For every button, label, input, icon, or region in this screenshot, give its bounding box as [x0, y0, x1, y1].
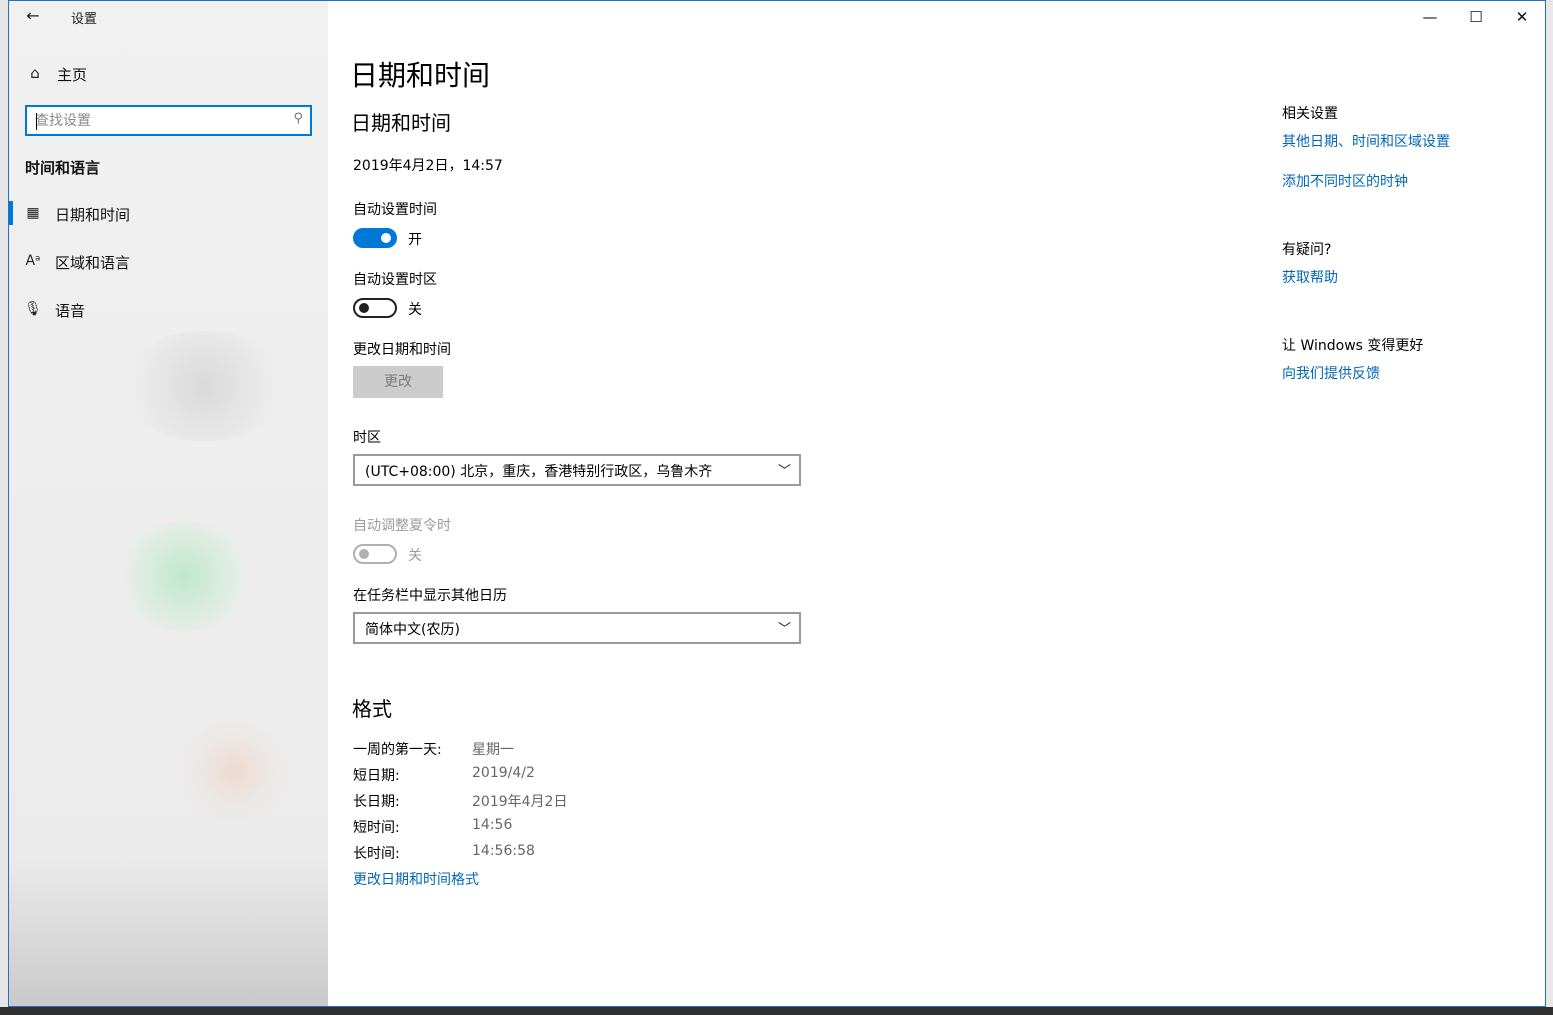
change-datetime-button[interactable]: 更改: [353, 366, 443, 398]
format-key: 长时间:: [353, 846, 400, 862]
auto-timezone-toggle[interactable]: [353, 298, 397, 318]
chevron-down-icon: ﹀: [777, 464, 791, 479]
close-button[interactable]: ✕: [1499, 1, 1545, 33]
dst-state: 关: [408, 548, 422, 564]
format-key: 短时间:: [353, 820, 400, 836]
additional-datetime-region-link[interactable]: 其他日期、时间和区域设置: [1282, 131, 1450, 151]
acrylic-blur: [179, 721, 289, 821]
section-heading: 日期和时间: [351, 111, 451, 135]
minimize-button[interactable]: —: [1407, 1, 1453, 33]
search-box[interactable]: ⚲: [25, 105, 312, 136]
auto-time-state: 开: [408, 232, 422, 248]
format-value: 2019/4/2: [472, 765, 535, 781]
maximize-button[interactable]: ☐: [1453, 1, 1499, 33]
format-value: 14:56:58: [472, 843, 535, 859]
text-caret: [36, 113, 37, 130]
auto-time-label: 自动设置时间: [353, 202, 437, 218]
calendar-label: 在任务栏中显示其他日历: [353, 588, 507, 604]
calendar-clock-icon: ▦: [26, 205, 40, 221]
sidebar-item-label: 语音: [55, 302, 86, 320]
timezone-label: 时区: [353, 430, 381, 446]
home-icon: ⌂: [30, 64, 40, 82]
timezone-value: (UTC+08:00) 北京，重庆，香港特别行政区，乌鲁木齐: [365, 464, 713, 480]
chevron-down-icon: ﹀: [777, 622, 791, 637]
sidebar-section-title: 时间和语言: [25, 159, 101, 177]
format-key: 一周的第一天:: [353, 742, 442, 758]
timezone-dropdown[interactable]: (UTC+08:00) 北京，重庆，香港特别行政区，乌鲁木齐 ﹀: [353, 454, 801, 486]
auto-timezone-label: 自动设置时区: [353, 272, 437, 288]
sidebar-item-speech[interactable]: 🎙 语音: [9, 291, 328, 327]
acrylic-blur: [119, 521, 249, 631]
acrylic-blur: [119, 331, 289, 441]
app-title: 设置: [71, 12, 98, 27]
add-clocks-link[interactable]: 添加不同时区的时钟: [1282, 171, 1408, 191]
dst-toggle[interactable]: [353, 544, 397, 564]
related-settings-heading: 相关设置: [1282, 106, 1338, 122]
desktop-background-right: [1546, 0, 1553, 1015]
taskbar-edge: [0, 1007, 1553, 1015]
sidebar-item-label: 日期和时间: [55, 206, 131, 224]
change-datetime-label: 更改日期和时间: [353, 342, 451, 358]
search-input[interactable]: [35, 111, 275, 131]
toggle-knob: [359, 549, 369, 559]
back-arrow-icon[interactable]: ←: [23, 6, 43, 26]
get-help-link[interactable]: 获取帮助: [1282, 267, 1338, 287]
dst-label: 自动调整夏令时: [353, 518, 451, 534]
format-value: 14:56: [472, 817, 513, 833]
format-value: 2019年4月2日: [472, 794, 568, 810]
nav-home[interactable]: ⌂ 主页: [25, 61, 315, 87]
microphone-icon: 🎙: [24, 301, 42, 317]
calendar-value: 简体中文(农历): [365, 622, 460, 638]
change-format-link[interactable]: 更改日期和时间格式: [353, 869, 479, 889]
sidebar-item-region-language[interactable]: Aᵃ 区域和语言: [9, 243, 328, 279]
auto-timezone-state: 关: [408, 302, 422, 318]
sidebar-item-date-time[interactable]: ▦ 日期和时间: [9, 195, 328, 231]
title-bar: ← 设置: [9, 1, 328, 33]
auto-time-toggle[interactable]: [353, 228, 397, 248]
language-icon: Aᵃ: [25, 253, 41, 269]
calendar-dropdown[interactable]: 简体中文(农历) ﹀: [353, 612, 801, 644]
settings-window: ← 设置 ⌂ 主页 ⚲ 时间和语言 ▦ 日期和时间 Aᵃ 区域和语言 🎙 语音 …: [8, 0, 1546, 1007]
desktop-background-left: [0, 0, 8, 1007]
sidebar-item-label: 区域和语言: [55, 254, 131, 272]
search-icon[interactable]: ⚲: [293, 111, 303, 126]
nav-home-label: 主页: [57, 66, 88, 84]
selection-indicator: [9, 201, 13, 225]
current-datetime: 2019年4月2日，14:57: [353, 158, 503, 174]
format-key: 短日期:: [353, 768, 400, 784]
page-title: 日期和时间: [350, 59, 491, 92]
sidebar: ← 设置 ⌂ 主页 ⚲ 时间和语言 ▦ 日期和时间 Aᵃ 区域和语言 🎙 语音: [9, 1, 328, 1006]
feedback-heading: 让 Windows 变得更好: [1282, 338, 1424, 354]
toggle-knob: [359, 303, 369, 313]
give-feedback-link[interactable]: 向我们提供反馈: [1282, 363, 1380, 383]
format-heading: 格式: [352, 697, 392, 721]
format-value: 星期一: [472, 742, 514, 758]
format-key: 长日期:: [353, 794, 400, 810]
help-heading: 有疑问?: [1282, 242, 1332, 258]
toggle-knob: [381, 233, 391, 243]
